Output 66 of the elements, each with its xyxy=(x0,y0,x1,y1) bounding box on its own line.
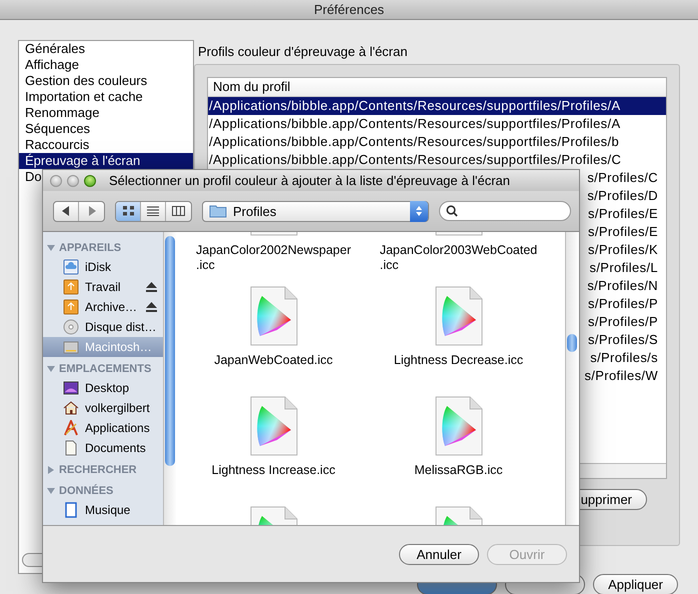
eject-icon[interactable] xyxy=(146,282,157,292)
stepper-icon xyxy=(410,200,428,222)
category-item[interactable]: Séquences xyxy=(19,121,193,137)
cloud-drive-icon xyxy=(63,259,79,275)
search-field[interactable] xyxy=(439,201,571,221)
close-button[interactable] xyxy=(50,174,62,186)
group-title: Profils couleur d'épreuvage à l'écran xyxy=(198,44,408,60)
file-name[interactable]: JapanColor2002Newspaper xyxy=(196,243,351,258)
source-item[interactable]: Musique xyxy=(43,500,163,520)
eject-icon[interactable] xyxy=(146,302,157,312)
category-item[interactable]: Renommage xyxy=(19,105,193,121)
scrollbar[interactable] xyxy=(163,232,177,525)
collapsed-triangle-icon xyxy=(47,466,55,474)
category-item[interactable]: Importation et cache xyxy=(19,89,193,105)
zoom-button[interactable] xyxy=(84,174,96,186)
scrollbar[interactable] xyxy=(565,232,579,525)
table-row[interactable]: /Applications/bibble.app/Contents/Resources/supportfiles/Profiles/b xyxy=(208,133,666,151)
category-item[interactable]: Générales xyxy=(19,41,193,57)
document-icon xyxy=(63,440,79,456)
source-item[interactable]: Disque dist… xyxy=(43,317,163,337)
dialog-button[interactable]: Appliquer xyxy=(593,574,678,594)
file-name[interactable]: MelissaRGB.icc xyxy=(414,463,503,478)
folder-icon xyxy=(209,204,227,218)
desktop-icon xyxy=(63,380,79,396)
applications-icon xyxy=(63,420,79,436)
back-icon xyxy=(62,206,70,216)
minimize-button[interactable] xyxy=(67,174,79,186)
file-name[interactable]: .icc xyxy=(380,258,398,273)
music-icon xyxy=(63,502,79,518)
file-name[interactable]: Lightness Decrease.icc xyxy=(394,353,524,368)
file-name[interactable]: JapanWebCoated.icc xyxy=(214,353,333,368)
source-item[interactable]: iDisk xyxy=(43,257,163,277)
source-item[interactable]: Travail xyxy=(43,277,163,297)
file-name[interactable]: Lightness Increase.icc xyxy=(212,463,336,478)
source-item[interactable]: Desktop xyxy=(43,378,163,398)
external-drive-icon xyxy=(63,279,79,295)
dialog-title: Sélectionner un profil couleur à ajouter à la liste d'épreuvage à l'écran xyxy=(109,173,510,188)
disc-icon xyxy=(63,319,79,335)
columns-icon xyxy=(172,206,185,216)
table-row[interactable]: /Applications/bibble.app/Contents/Resources/supportfiles/Profiles/A xyxy=(208,97,666,115)
category-item[interactable]: Affichage xyxy=(19,57,193,73)
expanded-triangle-icon xyxy=(47,365,55,373)
category-item[interactable]: Gestion des couleurs xyxy=(19,73,193,89)
file-name[interactable]: JapanColor2003WebCoated xyxy=(380,243,538,258)
grid-icon xyxy=(122,206,134,216)
source-item[interactable]: Documents xyxy=(43,438,163,458)
category-item[interactable]: Raccourcis xyxy=(19,137,193,153)
dialog-button[interactable]: Annuler xyxy=(399,544,479,564)
house-icon xyxy=(63,400,79,416)
expanded-triangle-icon xyxy=(47,487,55,495)
search-icon xyxy=(446,205,458,217)
category-item[interactable]: Épreuvage à l'écran xyxy=(19,153,193,169)
view-button[interactable] xyxy=(116,202,141,220)
source-item[interactable]: Applications xyxy=(43,418,163,438)
path-popup[interactable]: Profiles xyxy=(202,200,429,222)
source-item[interactable]: volkergilbert xyxy=(43,398,163,418)
list-icon xyxy=(147,206,159,216)
expanded-triangle-icon xyxy=(47,244,55,252)
hard-drive-icon xyxy=(63,339,79,355)
external-drive-icon xyxy=(63,299,79,315)
table-row[interactable]: /Applications/bibble.app/Contents/Resources/supportfiles/Profiles/C xyxy=(208,151,666,169)
window-title: Préférences xyxy=(314,2,384,17)
table-row[interactable]: /Applications/bibble.app/Contents/Resources/supportfiles/Profiles/A xyxy=(208,115,666,133)
source-item[interactable]: Archive… xyxy=(43,297,163,317)
forward-icon xyxy=(88,206,96,216)
file-name[interactable]: .icc xyxy=(196,258,215,273)
